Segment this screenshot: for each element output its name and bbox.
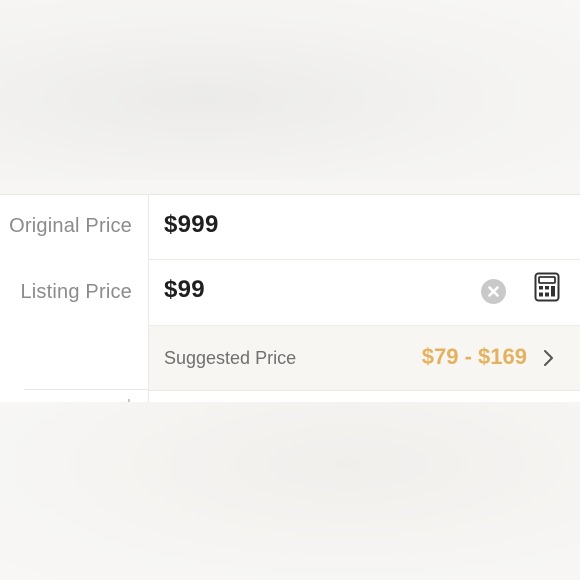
original-price-value[interactable]: $999 bbox=[164, 211, 219, 239]
suggested-price-label: Suggested Price bbox=[164, 348, 297, 368]
pricing-card: Original Price Listing Price $999 $99 Su… bbox=[0, 194, 580, 403]
listing-price-value[interactable]: $99 bbox=[164, 276, 205, 304]
suggested-price-range: $79 - $169 bbox=[421, 344, 527, 369]
calculator-icon[interactable] bbox=[534, 272, 560, 302]
label-column: Original Price Listing Price bbox=[0, 195, 149, 403]
blurred-background-top bbox=[0, 0, 580, 180]
label-divider bbox=[24, 389, 148, 390]
original-price-label: Original Price bbox=[9, 215, 132, 237]
listing-price-label: Listing Price bbox=[20, 281, 132, 303]
suggested-price-row[interactable]: Suggested Price $79 - $169 bbox=[149, 325, 580, 391]
clear-icon[interactable] bbox=[481, 279, 506, 304]
screen: Original Price Listing Price $999 $99 Su… bbox=[0, 0, 580, 580]
listing-price-row[interactable]: $99 bbox=[149, 260, 580, 324]
blurred-background-bottom bbox=[0, 402, 580, 580]
chevron-right-icon[interactable] bbox=[542, 348, 556, 368]
original-price-row[interactable]: $999 bbox=[149, 195, 580, 260]
